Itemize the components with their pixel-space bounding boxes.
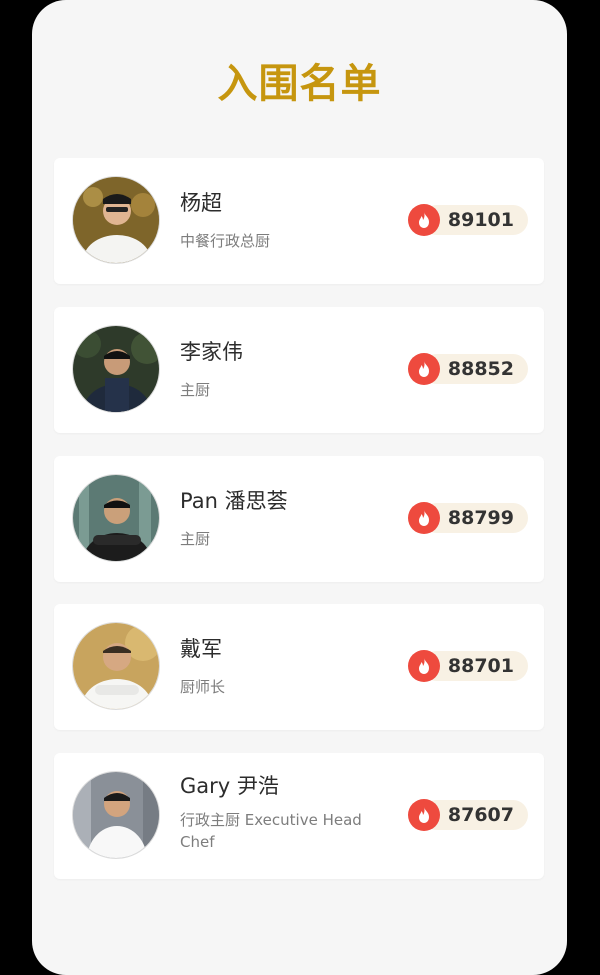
vote-badge[interactable]: 88799 xyxy=(407,502,528,534)
fire-icon xyxy=(407,502,440,534)
candidate-card-3[interactable]: Pan 潘思荟 主厨 88799 xyxy=(54,456,544,582)
fire-icon xyxy=(407,353,440,385)
vote-badge[interactable]: 88852 xyxy=(407,353,528,385)
vote-badge[interactable]: 89101 xyxy=(407,204,528,236)
candidate-card-4[interactable]: 戴军 厨师长 88701 xyxy=(54,604,544,730)
fire-icon xyxy=(407,799,440,831)
candidate-card-5[interactable]: Gary 尹浩 行政主厨 Executive Head Chef 87607 xyxy=(54,753,544,879)
page-title: 入围名单 xyxy=(217,61,382,107)
avatar[interactable] xyxy=(72,176,160,264)
candidate-role: 主厨 xyxy=(180,381,211,399)
candidate-card-2[interactable]: 李家伟 主厨 88852 xyxy=(54,307,544,433)
avatar[interactable] xyxy=(72,325,160,413)
candidate-name: 戴军 xyxy=(180,637,222,661)
candidate-card-1[interactable]: 杨超 中餐行政总厨 89101 xyxy=(54,158,544,284)
candidate-name: Gary 尹浩 xyxy=(180,774,279,798)
candidate-role: 厨师长 xyxy=(180,678,226,696)
avatar[interactable] xyxy=(72,474,160,562)
candidate-name: 李家伟 xyxy=(180,340,243,364)
fire-icon xyxy=(407,650,440,682)
candidate-name: Pan 潘思荟 xyxy=(180,489,288,513)
fire-icon xyxy=(407,204,440,236)
vote-badge[interactable]: 87607 xyxy=(407,799,528,831)
candidate-role: 中餐行政总厨 xyxy=(180,232,271,250)
candidate-role: 行政主厨 Executive Head Chef xyxy=(180,811,362,851)
candidate-list-screen: 入围名单 杨超 中餐行政总厨 89101 李家伟 主厨 88852 Pan 潘思… xyxy=(32,0,567,975)
avatar[interactable] xyxy=(72,622,160,710)
avatar[interactable] xyxy=(72,771,160,859)
candidate-role: 主厨 xyxy=(180,530,211,548)
candidate-name: 杨超 xyxy=(180,191,222,215)
vote-badge[interactable]: 88701 xyxy=(407,650,528,682)
